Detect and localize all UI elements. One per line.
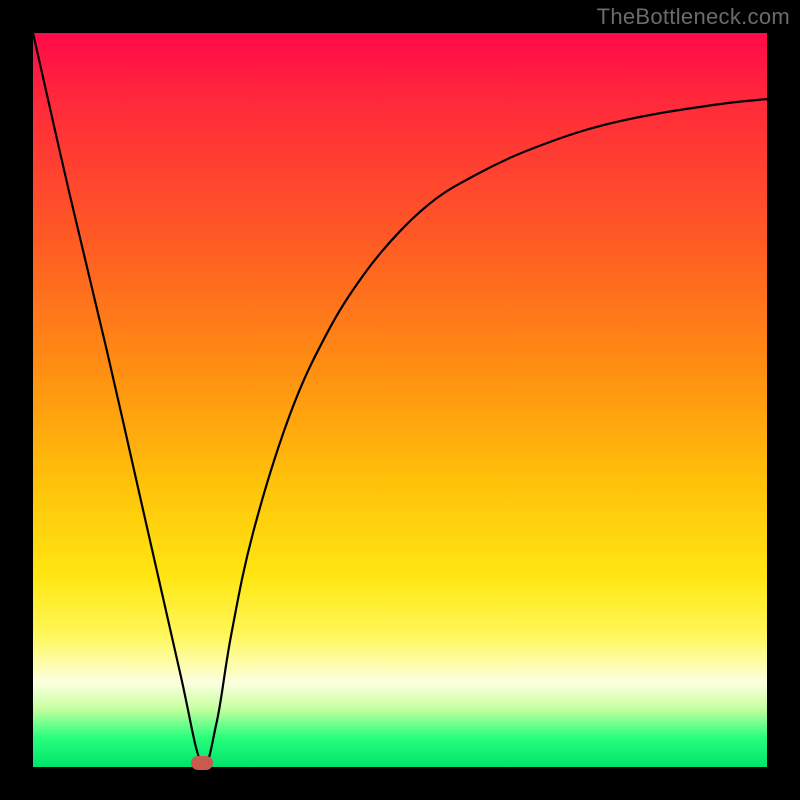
minimum-marker [191,756,213,770]
watermark-text: TheBottleneck.com [597,4,790,30]
bottleneck-curve [33,33,767,767]
plot-area [33,33,767,767]
chart-frame: TheBottleneck.com [0,0,800,800]
